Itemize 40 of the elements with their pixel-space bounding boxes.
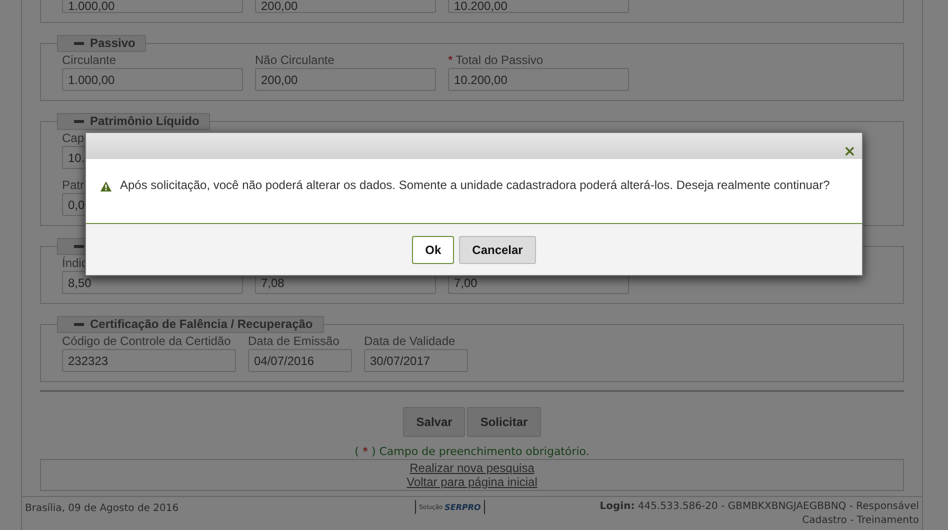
dialog-button[interactable]: Ok: [412, 236, 454, 264]
warning-icon: [100, 181, 112, 192]
field-label: Patr: [62, 178, 84, 192]
nav-link[interactable]: Realizar nova pesquisa: [410, 461, 534, 475]
section-title: Passivo: [90, 36, 136, 51]
input-field[interactable]: 200,00: [255, 0, 436, 13]
field-label: Código de Controle da Certidão: [62, 334, 231, 348]
action-button[interactable]: Salvar: [403, 407, 466, 437]
input-field[interactable]: 10.200,00: [448, 68, 629, 91]
field-label: Total do Passivo: [456, 53, 544, 67]
section-title: Patrimônio Líquido: [90, 114, 200, 129]
section-legend[interactable]: Patrimônio Líquido: [57, 113, 210, 130]
input-field[interactable]: 232323: [62, 349, 236, 372]
field-label: Circulante: [62, 53, 116, 67]
section-legend[interactable]: Passivo: [57, 35, 146, 52]
collapse-icon[interactable]: [74, 245, 84, 248]
field-label: Data de Validade: [364, 334, 456, 348]
required-note: ( * ) Campo de preenchimento obrigatório.: [354, 445, 590, 458]
dialog-button[interactable]: Cancelar: [459, 236, 536, 264]
nav-link[interactable]: Voltar para página inicial: [406, 475, 538, 489]
required-mark: *: [448, 53, 453, 67]
section-legend[interactable]: Certificação de Falência / Recuperação: [57, 316, 324, 333]
field-label: Cap: [62, 131, 84, 145]
input-field[interactable]: 1.000,00: [62, 0, 243, 13]
input-field[interactable]: 1.000,00: [62, 68, 243, 91]
input-field[interactable]: 30/07/2017: [364, 349, 468, 372]
collapse-icon[interactable]: [74, 120, 84, 123]
dialog-message: Após solicitação, você não poderá alterar os dados. Somente a unidade cadastradora poderá alterá-los. Deseja realmente continuar?: [120, 178, 830, 193]
collapse-icon[interactable]: [74, 323, 84, 326]
field-label: Não Circulante: [255, 53, 334, 67]
section-title: Certificação de Falência / Recuperação: [90, 317, 313, 332]
input-field[interactable]: 10.200,00: [448, 0, 629, 13]
input-field[interactable]: 200,00: [255, 68, 436, 91]
close-button[interactable]: ×: [843, 143, 862, 159]
login-info: Login: 445.533.586-20 - GBMBKXBNGJAEGBBNQ - Responsável Cadastro - Treinamento: [598, 500, 919, 528]
footer-date: Brasília, 09 de Agosto de 2016: [25, 502, 180, 514]
input-field[interactable]: 04/07/2016: [248, 349, 352, 372]
action-button[interactable]: Solicitar: [467, 407, 541, 437]
collapse-icon[interactable]: [74, 42, 84, 45]
field-label: Data de Emissão: [248, 334, 340, 348]
